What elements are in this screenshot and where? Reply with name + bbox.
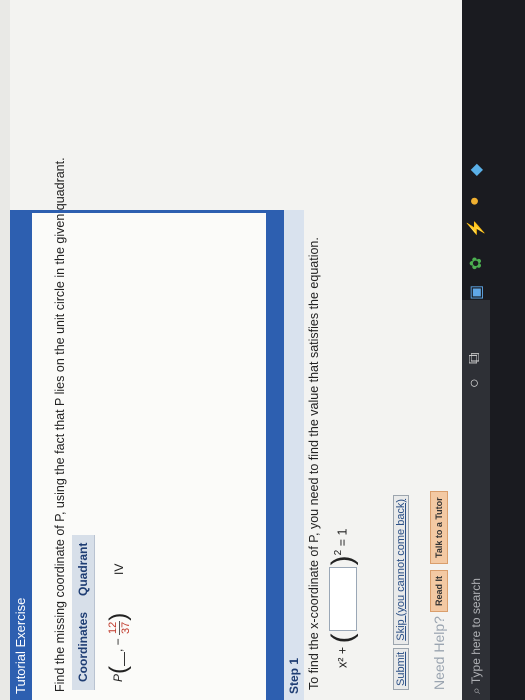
rotated-screen: Tutorial Exercise Find the missing coord…: [0, 0, 525, 700]
button-row: Submit Skip (you cannot come back): [393, 492, 409, 690]
equation-left: x² +: [335, 646, 350, 668]
fraction-numerator: 12: [106, 620, 120, 635]
cortana-icon[interactable]: ○: [466, 378, 484, 388]
skip-button[interactable]: Skip (you cannot come back): [393, 494, 409, 645]
question-text: Find the missing coordinate of P, using …: [53, 157, 67, 692]
equation-close-paren: ): [326, 555, 359, 566]
point-label: P: [111, 673, 126, 682]
equation: x² + ()2 = 1: [326, 529, 360, 668]
equation-open-paren: (: [326, 633, 359, 644]
coordinate-cell: P(, − 12 37): [105, 612, 132, 682]
tutorial-header: Tutorial Exercise: [10, 210, 32, 700]
submit-button[interactable]: Submit: [393, 647, 409, 690]
missing-coordinate-blank: [113, 651, 125, 666]
colorful-app-icon[interactable]: ●: [466, 196, 484, 206]
read-it-button[interactable]: Read It: [430, 569, 448, 612]
talk-to-tutor-button[interactable]: Talk to a Tutor: [430, 491, 448, 564]
top-strip: [0, 0, 10, 700]
coordinates-table: Coordinates Quadrant P(, − 12 37) IV: [72, 534, 137, 690]
step-header-bar: [266, 210, 284, 700]
y-coordinate-fraction: 12 37: [106, 620, 132, 635]
search-icon: ⌕: [469, 687, 483, 694]
equation-exponent: 2: [333, 549, 345, 556]
header-quadrant: Quadrant: [72, 534, 95, 604]
tray-app-icon[interactable]: ◆: [466, 164, 486, 176]
equation-right: = 1: [335, 528, 350, 547]
task-view-icon[interactable]: ⧉: [466, 353, 484, 364]
step-title: Step 1: [284, 210, 304, 700]
answer-input[interactable]: [329, 567, 357, 632]
store-icon[interactable]: ✿: [466, 257, 486, 270]
fraction-denominator: 37: [119, 621, 132, 634]
header-coordinates: Coordinates: [72, 603, 95, 690]
open-paren: (: [105, 665, 132, 674]
tutorial-title: Tutorial Exercise: [13, 597, 28, 694]
search-placeholder: Type here to search: [469, 578, 483, 685]
quadrant-cell: IV: [112, 563, 126, 575]
need-help-label: Need Help?: [431, 616, 447, 690]
close-paren: ): [105, 612, 132, 621]
browser-icon[interactable]: ⚡: [466, 218, 486, 238]
step-instruction: To find the x-coordinate of P, you need …: [307, 237, 321, 690]
app-icon[interactable]: ▣: [466, 285, 486, 300]
